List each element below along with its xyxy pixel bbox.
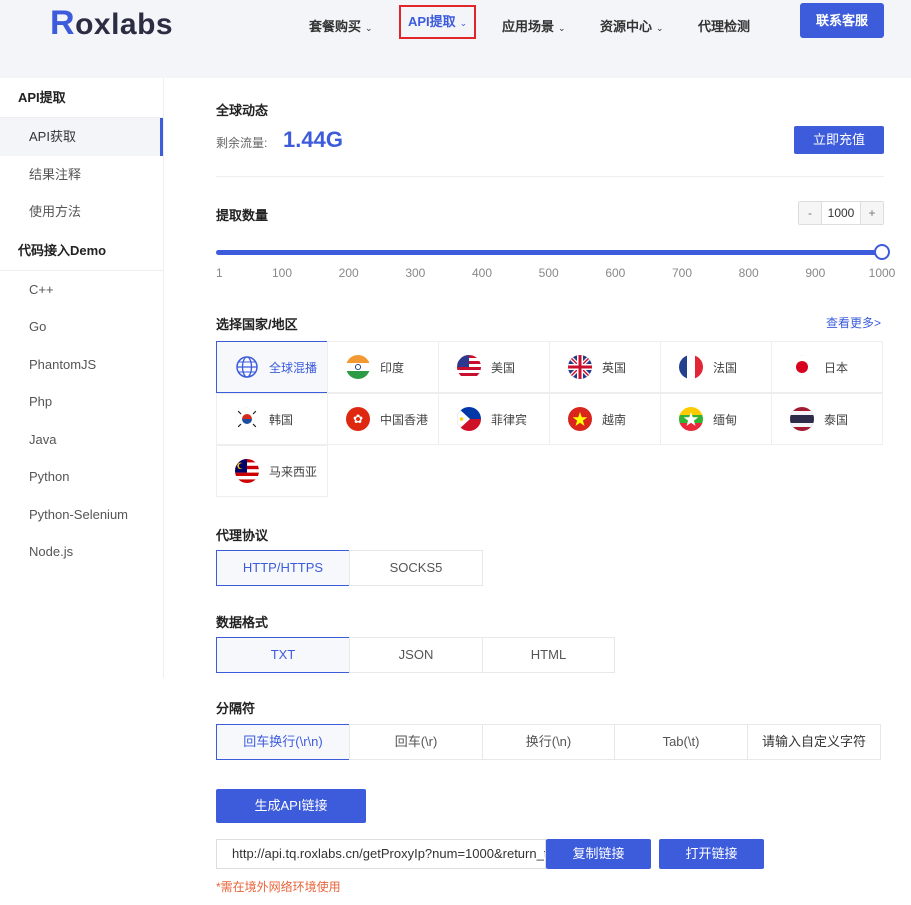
- format-html-option[interactable]: HTML: [482, 637, 615, 673]
- sidebar-item-php[interactable]: Php: [0, 383, 163, 421]
- slider-tick-label: 300: [405, 266, 426, 280]
- nav-use-cases[interactable]: 应用场景 ⌄: [502, 14, 566, 40]
- nav-api-extract[interactable]: API提取 ⌄: [399, 5, 477, 39]
- sidebar-item-result-notes[interactable]: 结果注释: [0, 156, 163, 194]
- slider-tick-label: 400: [471, 266, 493, 280]
- country-usa[interactable]: 美国: [438, 341, 550, 393]
- sidebar-item-go[interactable]: Go: [0, 308, 163, 346]
- separator-tab-option[interactable]: Tab(\t): [614, 724, 748, 760]
- sidebar-item-python[interactable]: Python: [0, 458, 163, 496]
- sidebar-item-python-selenium[interactable]: Python-Selenium: [0, 496, 163, 534]
- country-japan[interactable]: 日本: [771, 341, 883, 393]
- format-title: 数据格式: [216, 615, 269, 630]
- decrement-button[interactable]: -: [799, 202, 821, 224]
- sidebar-item-phantomjs[interactable]: PhantomJS: [0, 346, 163, 384]
- country-vietnam[interactable]: 越南: [549, 393, 661, 445]
- country-malaysia[interactable]: 马来西亚: [216, 445, 328, 497]
- flag-thailand-icon: [790, 407, 814, 431]
- format-txt-option[interactable]: TXT: [216, 637, 350, 673]
- flag-uk-icon: [568, 355, 592, 379]
- quantity-title: 提取数量: [216, 208, 269, 223]
- slider-tick-label: 1: [216, 266, 223, 280]
- chevron-down-icon: ⌄: [459, 18, 468, 28]
- flag-myanmar-icon: [679, 407, 703, 431]
- separator-crlf-option[interactable]: 回车换行(\r\n): [216, 724, 350, 760]
- country-myanmar[interactable]: 缅甸: [660, 393, 772, 445]
- country-global[interactable]: 全球混播: [216, 341, 328, 393]
- sidebar: API提取 API获取 结果注释 使用方法 代码接入Demo C++ Go Ph…: [0, 78, 164, 678]
- logo[interactable]: Roxlabs: [50, 4, 173, 43]
- sidebar-section-api: API提取: [0, 78, 163, 118]
- protocol-title: 代理协议: [216, 528, 269, 543]
- protocol-socks5-option[interactable]: SOCKS5: [349, 550, 483, 586]
- sidebar-section-demo: 代码接入Demo: [0, 231, 163, 271]
- separator-custom-input[interactable]: 请输入自定义字符: [747, 724, 881, 760]
- flag-malaysia-icon: [235, 459, 259, 483]
- contact-support-button[interactable]: 联系客服: [800, 3, 884, 38]
- chevron-down-icon: ⌄: [558, 23, 566, 33]
- sidebar-item-cpp[interactable]: C++: [0, 271, 163, 309]
- slider-tick-label: 800: [738, 266, 759, 280]
- country-korea[interactable]: 韩国: [216, 393, 328, 445]
- recharge-button[interactable]: 立即充值: [794, 126, 884, 154]
- quantity-slider-track[interactable]: [216, 250, 882, 255]
- country-india[interactable]: 印度: [327, 341, 439, 393]
- chevron-down-icon: ⌄: [656, 23, 664, 33]
- format-json-option[interactable]: JSON: [349, 637, 483, 673]
- quantity-stepper: - 1000 +: [798, 201, 884, 225]
- flag-japan-icon: [790, 355, 814, 379]
- generate-api-link-button[interactable]: 生成API链接: [216, 789, 366, 823]
- increment-button[interactable]: +: [861, 202, 883, 224]
- country-thailand[interactable]: 泰国: [771, 393, 883, 445]
- protocol-http-option[interactable]: HTTP/HTTPS: [216, 550, 350, 586]
- nav-package-purchase[interactable]: 套餐购买 ⌄: [309, 14, 373, 40]
- country-philippines[interactable]: 菲律宾: [438, 393, 550, 445]
- slider-tick-label: 900: [805, 266, 826, 280]
- view-more-link[interactable]: 查看更多>: [826, 314, 881, 331]
- flag-france-icon: [679, 355, 703, 379]
- flag-korea-icon: [235, 407, 259, 431]
- sidebar-item-usage[interactable]: 使用方法: [0, 193, 163, 231]
- country-uk[interactable]: 英国: [549, 341, 661, 393]
- top-header: Roxlabs 套餐购买 ⌄ API提取 ⌄ 应用场景 ⌄ 资源中心 ⌄ 代理检测 联系…: [0, 0, 911, 78]
- flag-vietnam-icon: [568, 407, 592, 431]
- traffic-value: 1.44G: [283, 127, 343, 152]
- divider: [216, 176, 884, 177]
- slider-tick-label: 1000: [868, 266, 896, 280]
- globe-icon: [235, 355, 259, 379]
- separator-title: 分隔符: [216, 701, 256, 716]
- copy-link-button[interactable]: 复制链接: [546, 839, 651, 869]
- flag-hongkong-icon: ✿: [346, 407, 370, 431]
- traffic-label: 剩余流量:: [216, 136, 268, 150]
- svg-text:✿: ✿: [353, 412, 363, 426]
- nav-proxy-check[interactable]: 代理检测: [698, 14, 750, 40]
- country-title: 选择国家/地区: [216, 317, 298, 332]
- sidebar-item-api-get[interactable]: API获取: [0, 118, 163, 156]
- traffic-title: 全球动态: [216, 103, 269, 118]
- separator-cr-option[interactable]: 回车(\r): [349, 724, 483, 760]
- quantity-input[interactable]: 1000: [821, 202, 861, 224]
- slider-tick-label: 600: [605, 266, 626, 280]
- sidebar-item-nodejs[interactable]: Node.js: [0, 533, 163, 571]
- network-note: *需在境外网络环境使用: [216, 880, 341, 894]
- slider-tick-label: 200: [338, 266, 359, 280]
- slider-tick-label: 100: [271, 266, 293, 280]
- flag-philippines-icon: [457, 407, 481, 431]
- slider-tick-label: 700: [671, 266, 693, 280]
- flag-india-icon: [346, 355, 370, 379]
- flag-usa-icon: [457, 355, 481, 379]
- api-url-field[interactable]: http://api.tq.roxlabs.cn/getProxyIp?num=…: [216, 839, 546, 869]
- open-link-button[interactable]: 打开链接: [659, 839, 764, 869]
- country-hongkong[interactable]: ✿ 中国香港: [327, 393, 439, 445]
- country-france[interactable]: 法国: [660, 341, 772, 393]
- quantity-slider-thumb[interactable]: [874, 244, 890, 260]
- separator-lf-option[interactable]: 换行(\n): [482, 724, 615, 760]
- nav-resource-center[interactable]: 资源中心 ⌄: [600, 14, 664, 40]
- slider-tick-label: 500: [538, 266, 559, 280]
- chevron-down-icon: ⌄: [365, 23, 373, 33]
- sidebar-item-java[interactable]: Java: [0, 421, 163, 459]
